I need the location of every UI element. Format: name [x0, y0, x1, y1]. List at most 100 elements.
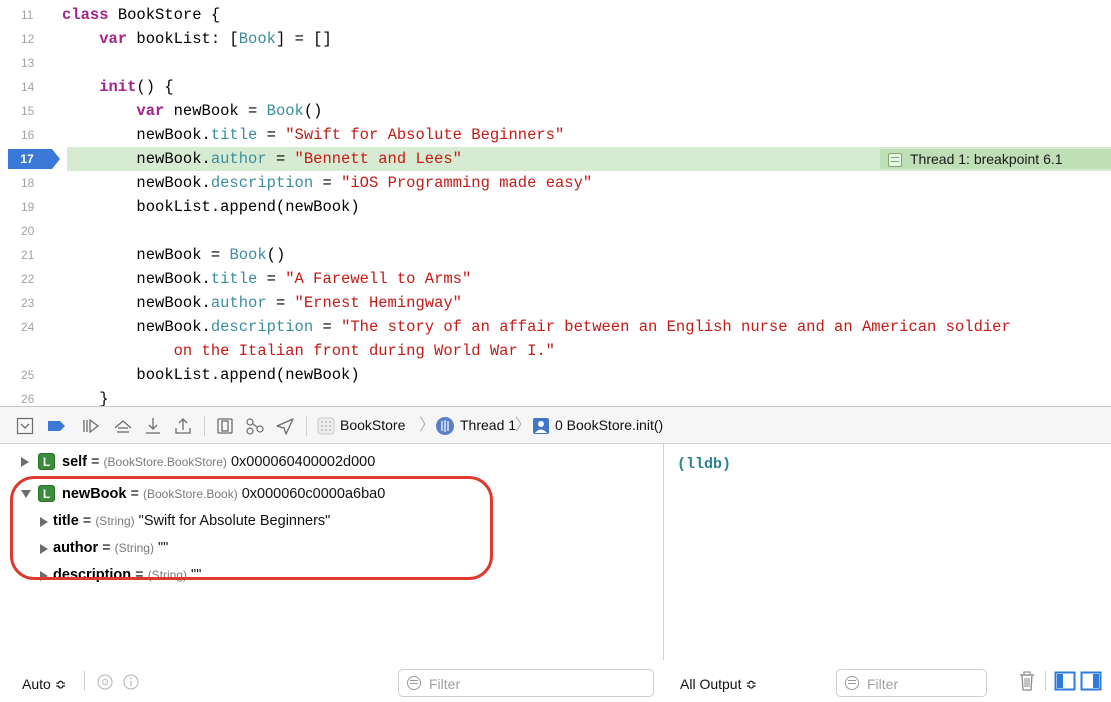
- code-line[interactable]: 24 newBook.description = "The story of a…: [0, 315, 1111, 339]
- annotation-highlight-ring: [10, 476, 493, 580]
- step-over-icon[interactable]: [112, 416, 134, 436]
- code-token: newBook.: [62, 318, 211, 336]
- code-token: }: [62, 390, 109, 406]
- code-line[interactable]: 11 class BookStore {: [0, 3, 1111, 27]
- line-number: 21: [21, 248, 35, 262]
- equals-sign: =: [87, 454, 104, 470]
- variable-value: 0x000060400002d000: [226, 454, 376, 470]
- console-view[interactable]: [664, 444, 1111, 660]
- breadcrumb-target[interactable]: BookStore: [340, 407, 405, 443]
- line-number: 16: [21, 128, 35, 142]
- code-token: description: [210, 318, 314, 336]
- continue-icon[interactable]: [80, 416, 102, 436]
- code-line[interactable]: 15 var newBook = Book(): [0, 99, 1111, 123]
- simulate-location-icon[interactable]: [274, 416, 296, 436]
- code-text: init() {: [62, 75, 174, 99]
- code-token: "Bennett and Lees": [294, 150, 462, 168]
- code-token: BookStore {: [117, 6, 221, 24]
- code-token: =: [313, 318, 342, 336]
- lldb-prompt: (lldb): [677, 456, 732, 473]
- filter-icon: [845, 676, 859, 690]
- show-variables-view-icon[interactable]: [1054, 671, 1076, 691]
- console-filter-input[interactable]: [865, 673, 989, 695]
- code-token: =: [313, 174, 342, 192]
- local-variable-icon: L: [38, 453, 55, 470]
- line-number: 22: [21, 272, 35, 286]
- breadcrumb-frame[interactable]: 0 BookStore.init(): [555, 407, 663, 443]
- breakpoints-toggle-icon[interactable]: [46, 416, 68, 436]
- code-text: on the Italian front during World War I.…: [62, 339, 555, 363]
- quick-look-icon[interactable]: [97, 674, 113, 690]
- line-number: [21, 339, 51, 363]
- code-line[interactable]: 21 newBook = Book(): [0, 243, 1111, 267]
- variables-filter-input[interactable]: [427, 673, 635, 695]
- code-line[interactable]: 16 newBook.title = "Swift for Absolute B…: [0, 123, 1111, 147]
- code-text: class BookStore {: [62, 3, 220, 27]
- disclosure-triangle-icon[interactable]: [21, 457, 29, 467]
- code-line[interactable]: 18 newBook.description = "iOS Programmin…: [0, 171, 1111, 195]
- filter-icon: [407, 676, 421, 690]
- breadcrumb-thread[interactable]: Thread 1: [460, 407, 516, 443]
- variables-scope-popup[interactable]: Auto ≎: [22, 674, 66, 694]
- variables-filter-field[interactable]: [398, 669, 654, 697]
- code-token: newBook.: [62, 270, 211, 288]
- code-token: "The story of an affair between an Engli…: [341, 318, 1011, 336]
- code-line[interactable]: on the Italian front during World War I.…: [0, 339, 1111, 363]
- code-line[interactable]: 22 newBook.title = "A Farewell to Arms": [0, 267, 1111, 291]
- line-number: 23: [21, 296, 35, 310]
- code-token: class: [62, 6, 118, 24]
- code-token: "iOS Programming made easy": [341, 174, 593, 192]
- current-code-line[interactable]: 17 newBook.author = "Bennett and Lees" Th…: [0, 147, 1111, 171]
- code-line[interactable]: 23 newBook.author = "Ernest Hemingway": [0, 291, 1111, 315]
- code-text: var newBook = Book(): [62, 99, 322, 123]
- code-line[interactable]: 14 init() {: [0, 75, 1111, 99]
- code-token: () {: [136, 78, 174, 96]
- line-number: 14: [21, 80, 35, 94]
- code-text: newBook.author = "Ernest Hemingway": [62, 291, 462, 315]
- info-icon[interactable]: [123, 674, 139, 690]
- line-number: 11: [21, 8, 34, 22]
- code-text: newBook.title = "A Farewell to Arms": [62, 267, 471, 291]
- code-text: newBook = Book(): [62, 243, 285, 267]
- code-line[interactable]: 20: [0, 219, 1111, 243]
- line-number: 15: [21, 104, 35, 118]
- code-token: description: [210, 174, 314, 192]
- annotation-list-icon: [888, 153, 902, 167]
- line-number: 12: [21, 32, 35, 46]
- code-token: (): [303, 102, 323, 120]
- code-line[interactable]: 19 bookList.append(newBook): [0, 195, 1111, 219]
- code-token: ] = []: [275, 30, 332, 48]
- code-token: "A Farewell to Arms": [285, 270, 472, 288]
- code-editor[interactable]: 11 class BookStore {12 var bookList: [Boo…: [0, 0, 1111, 406]
- toolbar-separator: [84, 671, 85, 691]
- step-into-icon[interactable]: [142, 416, 164, 436]
- code-line[interactable]: 25 bookList.append(newBook): [0, 363, 1111, 387]
- console-filter-field[interactable]: [836, 669, 989, 697]
- code-token: title: [210, 126, 258, 144]
- console-output-popup[interactable]: All Output ≎: [680, 674, 757, 694]
- line-number: 20: [21, 224, 35, 238]
- memory-graph-icon[interactable]: [244, 416, 266, 436]
- debug-bottom-bar: Auto ≎ All Output ≎: [0, 660, 1111, 702]
- code-token: newBook =: [173, 102, 267, 120]
- step-out-icon[interactable]: [172, 416, 194, 436]
- code-line[interactable]: 13: [0, 51, 1111, 75]
- code-token: author: [210, 294, 267, 312]
- code-text: newBook.title = "Swift for Absolute Begi…: [62, 123, 564, 147]
- code-token: newBook.: [62, 174, 211, 192]
- code-token: author: [210, 150, 267, 168]
- show-console-icon[interactable]: [1080, 671, 1102, 691]
- trash-icon[interactable]: [1018, 670, 1036, 692]
- code-token: (): [266, 246, 286, 264]
- breakpoint-annotation[interactable]: Thread 1: breakpoint 6.1: [880, 149, 1111, 169]
- hide-debug-area-icon[interactable]: [16, 416, 34, 436]
- breakpoint-label: Thread 1: breakpoint 6.1: [910, 151, 1063, 167]
- code-token: bookList: [: [136, 30, 239, 48]
- code-line[interactable]: 26 }: [0, 387, 1111, 406]
- view-hierarchy-icon[interactable]: [214, 416, 236, 436]
- chevron-right-icon: 〉: [419, 417, 436, 434]
- thread-icon: [436, 417, 454, 435]
- code-line[interactable]: 12 var bookList: [Book] = []: [0, 27, 1111, 51]
- line-number: 17: [20, 152, 34, 166]
- code-text: var bookList: [Book] = []: [62, 27, 332, 51]
